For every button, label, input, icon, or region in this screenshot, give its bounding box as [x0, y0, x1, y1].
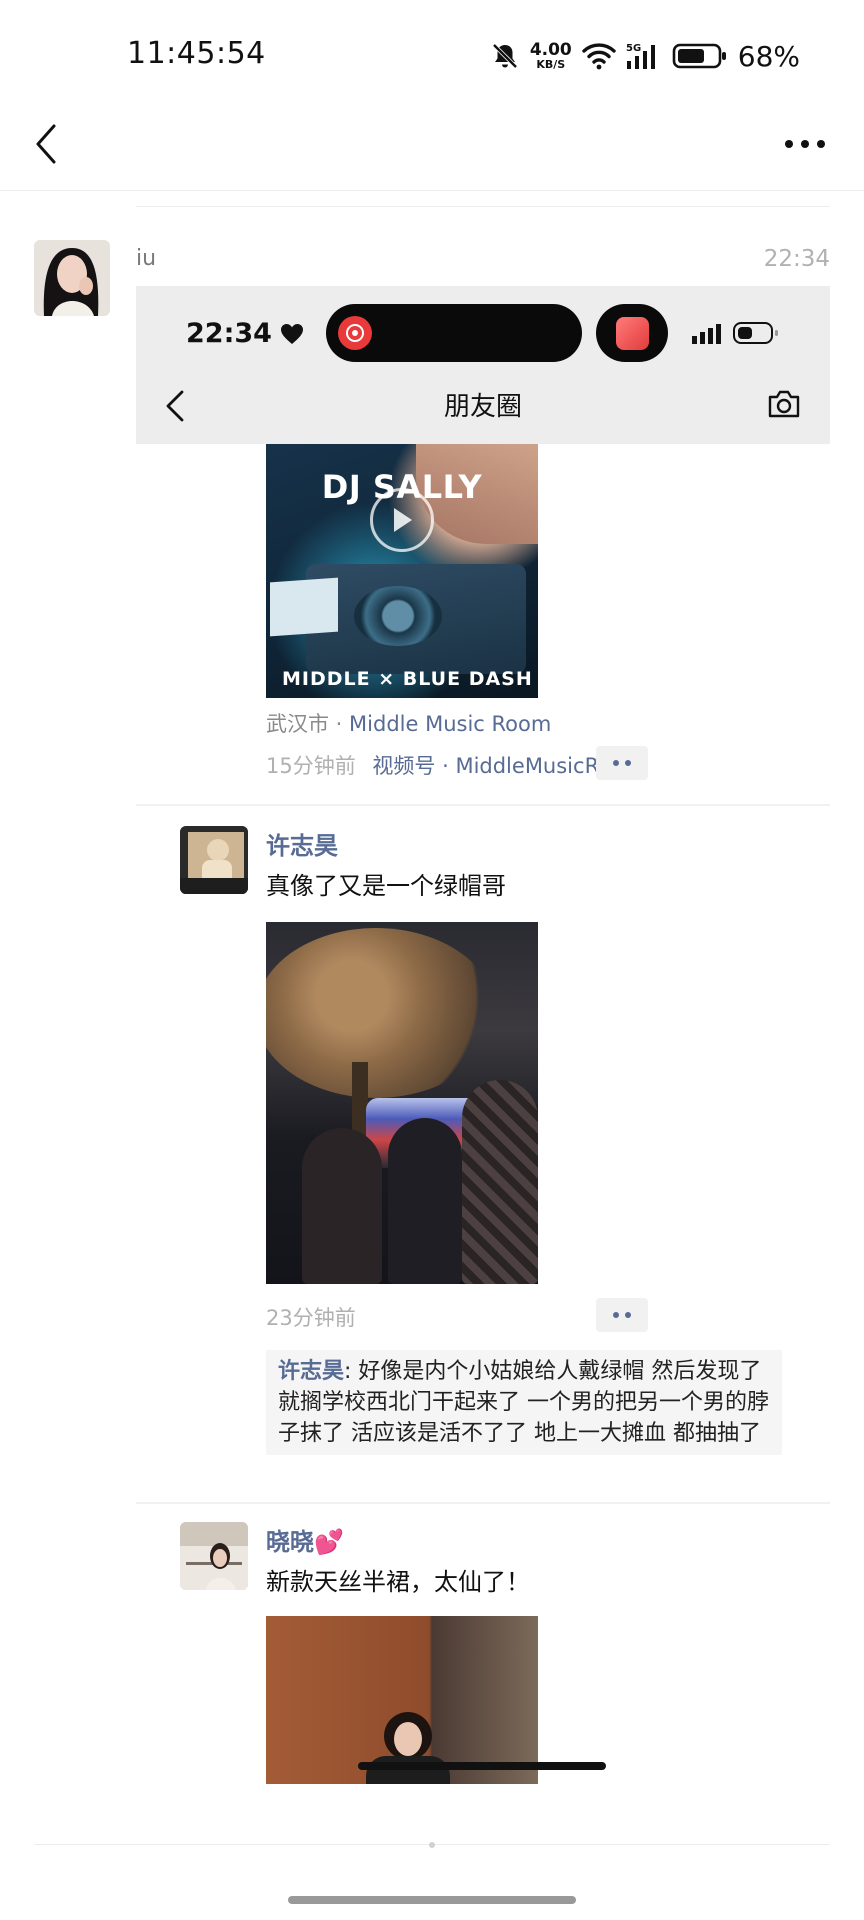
photo-person-shape: [462, 1080, 538, 1284]
more-dots-icon: [785, 140, 825, 148]
screenshot-header: 22:34 朋友圈: [136, 286, 830, 444]
video-meta: 15分钟前 视频号 · MiddleMusicRoom: [266, 750, 644, 780]
page-indicator-dot: [429, 1842, 435, 1848]
network-speed-unit: KB/S: [536, 58, 566, 71]
photo-face-shape: [394, 1722, 422, 1756]
more-actions-button[interactable]: [596, 746, 648, 780]
heart-icon: [280, 323, 303, 344]
more-button[interactable]: [780, 124, 830, 164]
post-text: 新款天丝半裙，太仙了！: [266, 1568, 530, 1596]
feed-divider: [136, 1502, 830, 1504]
photo-tree-shape: [266, 928, 496, 1098]
svg-text:5G: 5G: [626, 43, 641, 54]
network-speed-value: 4.00: [529, 40, 572, 60]
screenshot-nav: 朋友圈: [136, 372, 830, 442]
cellular-5g-icon: 5G: [626, 43, 655, 69]
back-button[interactable]: [24, 116, 68, 172]
wifi-icon: [582, 43, 616, 70]
music-app-icon: [338, 316, 372, 350]
avatar-image: [180, 826, 248, 894]
video-screen-shape: [270, 577, 338, 637]
battery-percent: 68%: [737, 39, 800, 73]
avatar-image: [34, 240, 110, 316]
feed-divider: [136, 804, 830, 806]
chevron-left-icon: [36, 124, 56, 164]
network-speed: 4.00 KB/S: [529, 40, 572, 71]
top-nav: [0, 110, 864, 190]
play-icon[interactable]: [370, 488, 434, 552]
post-time-ago: 23分钟前: [266, 1306, 356, 1330]
avatar-image: [180, 1522, 248, 1590]
camera-icon: [768, 390, 800, 418]
video-time-ago: 15分钟前: [266, 754, 356, 778]
message-time: 22:34: [763, 246, 830, 272]
home-indicator-inner: [358, 1762, 606, 1770]
video-thumbnail[interactable]: DJ SALLY MIDDLE × BLUE DASH: [266, 444, 538, 698]
post-avatar[interactable]: [180, 826, 248, 894]
sender-avatar[interactable]: [34, 240, 110, 316]
screenshot-status-time: 22:34: [186, 318, 304, 349]
location-place: Middle Music Room: [349, 712, 552, 736]
photo-body-shape: [366, 1756, 450, 1784]
comment-author[interactable]: 许志昊: [278, 1359, 344, 1384]
post-text: 真像了又是一个绿帽哥: [266, 872, 506, 900]
post-author[interactable]: 许志昊: [266, 826, 338, 861]
post-photo[interactable]: [266, 1616, 538, 1784]
location-line[interactable]: 武汉市 · Middle Music Room: [266, 708, 551, 738]
comment-separator: :: [344, 1359, 359, 1384]
home-indicator[interactable]: [288, 1896, 576, 1904]
moments-title: 朋友圈: [443, 392, 522, 422]
comment-box[interactable]: 许志昊: 好像是内个小姑娘给人戴绿帽 然后发现了 就搁学校西北门干起来了 一个男…: [266, 1350, 782, 1455]
shared-screenshot[interactable]: 22:34 朋友圈 DJ SALLY MIDDLE × BLUE DASH 武汉…: [136, 286, 830, 1784]
location-city: 武汉市: [266, 712, 329, 736]
status-time: 11:45:54: [127, 36, 266, 71]
dynamic-island: [326, 304, 582, 362]
photo-person-shape: [388, 1118, 462, 1284]
video-brand: MIDDLE × BLUE DASH: [282, 668, 533, 690]
screenshot-time-text: 22:34: [186, 318, 272, 349]
sender-name: iu: [136, 246, 157, 271]
app-icon: [616, 317, 649, 350]
dynamic-island-secondary: [596, 304, 668, 362]
battery-icon-inner: [733, 322, 778, 344]
post-photo[interactable]: [266, 922, 538, 1284]
message-top-divider: [136, 206, 830, 207]
signal-icon: [692, 324, 721, 344]
location-separator: ·: [329, 712, 350, 736]
status-icons: 4.00 KB/S 5G 68%: [490, 36, 800, 76]
nav-divider: [0, 190, 864, 191]
post-avatar[interactable]: [180, 1522, 248, 1590]
status-bar: 11:45:54 4.00 KB/S 5G 68%: [0, 0, 864, 110]
photo-person-shape: [302, 1128, 382, 1284]
post-author[interactable]: 晓晓💕: [266, 1522, 344, 1557]
video-jog-shape: [354, 586, 442, 646]
bell-muted-icon: [492, 43, 518, 69]
battery-icon: [672, 43, 726, 69]
more-actions-button[interactable]: [596, 1298, 648, 1332]
